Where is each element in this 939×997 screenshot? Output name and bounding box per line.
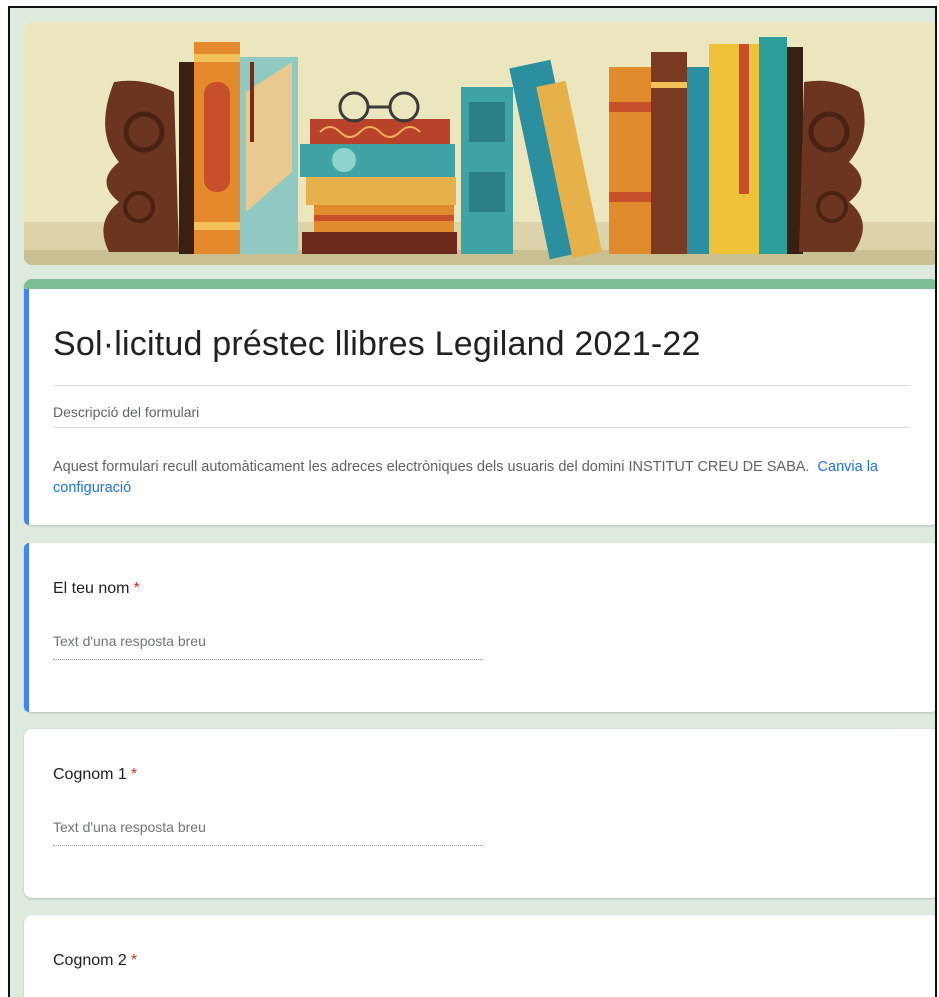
title-divider: [53, 385, 910, 386]
short-answer-input[interactable]: [53, 623, 483, 660]
active-card-indicator: [24, 289, 29, 525]
required-asterisk: *: [130, 766, 138, 783]
question-card-cognom2[interactable]: Cognom 2 *: [24, 915, 935, 997]
question-card-cognom1[interactable]: Cognom 1 *: [24, 729, 935, 898]
form-title[interactable]: Sol·licitud préstec llibres Legiland 202…: [53, 325, 701, 364]
email-collection-note: Aquest formulari recull automàticament l…: [53, 457, 899, 499]
question-label: Cognom 1: [53, 766, 127, 783]
question-label: El teu nom: [53, 580, 130, 597]
email-note-text: Aquest formulari recull automàticament l…: [53, 459, 810, 475]
required-asterisk: *: [130, 952, 138, 969]
description-divider: [53, 427, 910, 428]
required-asterisk: *: [133, 580, 140, 597]
question-label: Cognom 2: [53, 952, 127, 969]
active-card-indicator: [24, 543, 29, 712]
short-answer-input[interactable]: [53, 809, 483, 846]
form-description-field[interactable]: Descripció del formulari: [53, 404, 199, 420]
header-image[interactable]: [24, 22, 935, 265]
question-title: Cognom 2 *: [53, 952, 137, 970]
bookshelf-illustration-icon: [24, 22, 935, 265]
form-editor-viewport: Sol·licitud préstec llibres Legiland 202…: [8, 6, 937, 997]
question-title: Cognom 1 *: [53, 766, 137, 784]
question-title: El teu nom *: [53, 580, 140, 598]
question-card-nom[interactable]: El teu nom *: [24, 543, 935, 712]
form-title-card[interactable]: Sol·licitud préstec llibres Legiland 202…: [24, 279, 935, 525]
